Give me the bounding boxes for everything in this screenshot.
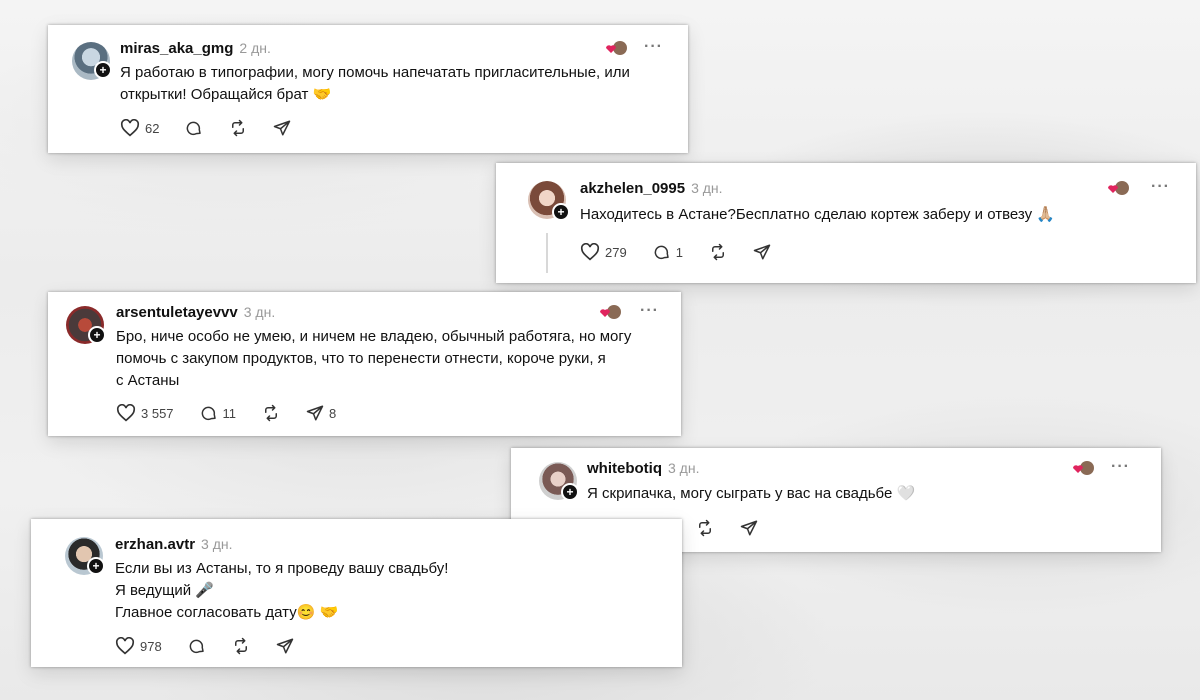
heart-icon — [116, 404, 136, 422]
comment-text-line: открытки! Обращайся брат 🤝 — [120, 86, 332, 103]
like-count: 279 — [605, 244, 627, 260]
send-icon — [753, 244, 771, 260]
like-button[interactable]: 279 — [580, 243, 627, 261]
follow-plus-icon[interactable]: + — [87, 557, 105, 575]
send-icon — [276, 638, 293, 654]
comment-text-line: Я работаю в типографии, могу помочь напе… — [120, 64, 630, 81]
username[interactable]: whitebotiq — [587, 460, 662, 477]
like-count: 3 557 — [141, 405, 174, 421]
send-icon — [274, 120, 291, 136]
comment-icon — [654, 245, 669, 260]
like-button[interactable]: 3 557 — [116, 404, 174, 422]
reply-button[interactable]: 1 — [653, 243, 683, 261]
share-button[interactable] — [753, 243, 771, 261]
comment-text-line: Если вы из Астаны, то я проведу вашу сва… — [115, 560, 449, 577]
like-button[interactable]: 978 — [115, 637, 162, 655]
liked-by-author-icon — [598, 304, 622, 320]
comment-icon — [189, 639, 204, 654]
reply-count: 1 — [675, 244, 683, 260]
repost-icon — [232, 119, 245, 137]
timestamp: 3 дн. — [243, 304, 276, 320]
username[interactable]: akzhelen_0995 — [580, 180, 685, 197]
thread-line — [546, 233, 548, 273]
comment-icon — [187, 121, 202, 136]
reply-button[interactable] — [185, 119, 203, 137]
like-count: 978 — [140, 638, 162, 654]
more-options-icon[interactable]: ··· — [1151, 178, 1170, 196]
share-count: 8 — [329, 405, 337, 421]
heart-icon — [580, 243, 600, 261]
share-button[interactable] — [740, 519, 758, 537]
like-button[interactable]: 62 — [120, 119, 159, 137]
share-button[interactable]: 8 — [306, 404, 336, 422]
timestamp: 3 дн. — [668, 460, 700, 476]
follow-plus-icon[interactable]: + — [94, 61, 112, 79]
repost-icon — [699, 519, 712, 537]
repost-button[interactable] — [696, 519, 714, 537]
repost-button[interactable] — [262, 404, 280, 422]
comment-card: + miras_aka_gmg 2 дн. ··· Я работаю в тип… — [48, 25, 688, 153]
follow-plus-icon[interactable]: + — [552, 203, 570, 221]
reply-count: 11 — [222, 405, 237, 421]
follow-plus-icon[interactable]: + — [561, 483, 579, 501]
more-options-icon[interactable]: ··· — [640, 302, 659, 320]
comment-text-line: Находитесь в Астане?Бесплатно сделаю кор… — [580, 206, 1055, 223]
more-options-icon[interactable]: ··· — [1111, 458, 1130, 476]
comment-icon — [201, 406, 216, 421]
comment-text-line: Я скрипачка, могу сыграть у вас на свадь… — [587, 485, 916, 502]
comment-text-line: Бро, ниче особо не умею, и ничем не влад… — [116, 328, 632, 345]
comment-text-line: с Астаны — [116, 372, 180, 389]
comment-card: + arsentuletayevvv 3 дн. ··· Бро, ниче ос… — [48, 292, 681, 436]
timestamp: 2 дн. — [239, 40, 271, 56]
comment-text-line: Главное согласовать дату😊 🤝 — [115, 604, 339, 621]
liked-by-author-icon — [604, 40, 628, 56]
liked-by-author-icon — [1071, 460, 1095, 476]
heart-icon — [115, 637, 135, 655]
reply-button[interactable] — [188, 637, 206, 655]
timestamp: 3 дн. — [201, 536, 233, 552]
username[interactable]: erzhan.avtr — [115, 536, 195, 553]
share-button[interactable] — [273, 119, 291, 137]
reply-button[interactable]: 11 — [200, 404, 237, 422]
repost-icon — [234, 637, 247, 655]
send-icon — [741, 520, 758, 536]
comment-text-line: помочь с закупом продуктов, что то перен… — [116, 350, 606, 367]
repost-button[interactable] — [229, 119, 247, 137]
comment-card: + akzhelen_0995 3 дн. ··· Находитесь в Ас… — [496, 163, 1196, 283]
share-button[interactable] — [276, 637, 294, 655]
repost-icon — [711, 243, 724, 261]
heart-icon — [120, 119, 140, 137]
repost-icon — [265, 404, 278, 422]
liked-by-author-icon — [1106, 180, 1130, 196]
comment-text-line: Я ведущий 🎤 — [115, 582, 215, 599]
timestamp: 3 дн. — [691, 180, 723, 196]
follow-plus-icon[interactable]: + — [88, 326, 106, 344]
repost-button[interactable] — [709, 243, 727, 261]
more-options-icon[interactable]: ··· — [644, 38, 663, 56]
username[interactable]: arsentuletayevvv — [116, 304, 238, 321]
username[interactable]: miras_aka_gmg — [120, 40, 233, 57]
send-icon — [306, 405, 324, 421]
repost-button[interactable] — [232, 637, 250, 655]
like-count: 62 — [145, 120, 160, 136]
comment-card: + erzhan.avtr 3 дн. Если вы из Астаны, то… — [31, 519, 682, 667]
